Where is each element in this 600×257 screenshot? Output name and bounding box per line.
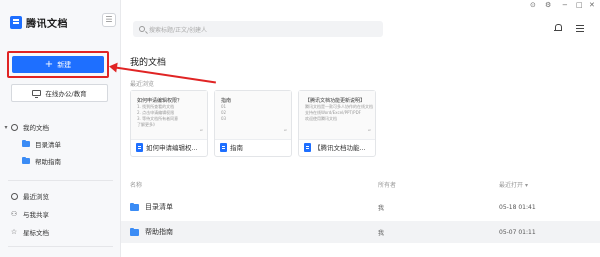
row-name-text: 帮助指南 — [145, 228, 173, 236]
preview-line: 了解更多》 — [137, 122, 157, 127]
search-input[interactable]: 搜索标题/正文/创建人 — [133, 21, 383, 37]
doc-preview: 指南 01 02 03 ” — [215, 91, 291, 140]
sidebar-item-recent[interactable]: 最近浏览 — [0, 191, 121, 201]
search-icon — [139, 26, 145, 32]
row-time: 05-07 01:11 — [499, 228, 536, 236]
window-titlebar: ⊙ ⚙ − □ ✕ — [121, 0, 600, 12]
minimize-icon[interactable]: − — [562, 1, 568, 9]
sidebar-item-my-docs[interactable]: ▾ 我的文档 — [0, 122, 121, 132]
annotation-arrowhead — [108, 61, 118, 73]
sidebar-item-starred[interactable]: ☆ 星标文档 — [0, 227, 121, 237]
card-title: 如何申请编辑权... — [146, 144, 198, 152]
sidebar-item-shared[interactable]: ⚇ 与我共享 — [0, 209, 121, 219]
column-header-time[interactable]: 最近打开 ▾ — [499, 180, 528, 189]
quote-icon: ” — [367, 129, 371, 136]
maximize-icon[interactable]: □ — [576, 1, 583, 9]
bell-icon[interactable] — [554, 24, 562, 32]
folder-icon — [22, 140, 30, 147]
sidebar-folder-directory[interactable]: 目录清单 — [0, 139, 121, 149]
help-icon[interactable]: ⊙ — [530, 1, 536, 9]
monitor-icon — [32, 90, 42, 98]
settings-icon[interactable]: ⚙ — [545, 1, 551, 9]
preview-title: 如何申请编辑权限？ — [137, 98, 183, 104]
doc-icon — [220, 142, 227, 152]
preview-title: 【腾讯文档功能更新说明】 — [305, 98, 366, 104]
clock-icon — [10, 123, 18, 131]
sidebar: 腾讯文档 ☰ + 新建 在线办公/教育 ▾ 我的文档 目录清单 帮助指南 最近浏… — [0, 0, 121, 257]
menu-icon[interactable] — [576, 25, 584, 32]
folder-icon — [22, 157, 30, 164]
preview-line: 欢迎使用腾讯文档 — [305, 116, 337, 121]
column-header-time-label: 最近打开 — [499, 182, 524, 189]
chevron-down-icon[interactable]: ▾ — [2, 124, 10, 131]
row-owner: 我 — [378, 204, 385, 212]
table-row[interactable]: 帮助指南 我 05-07 01:11 — [121, 221, 600, 243]
online-office-button[interactable]: 在线办公/教育 — [11, 84, 108, 102]
recent-doc-card[interactable]: 如何申请编辑权限？ 1. 找到所查看的文档 2. 点击申请编辑权限 3. 等待文… — [130, 90, 208, 157]
sidebar-item-label: 我的文档 — [23, 124, 49, 132]
doc-icon — [304, 142, 311, 152]
card-title: 指南 — [230, 144, 243, 152]
sidebar-item-label: 与我共享 — [23, 211, 49, 219]
new-button-label: 新建 — [57, 60, 72, 69]
highlight-box: + 新建 — [7, 51, 109, 78]
close-icon[interactable]: ✕ — [589, 1, 595, 9]
card-title-row: 指南 — [220, 142, 243, 152]
folder-icon — [130, 202, 139, 211]
recent-doc-card[interactable]: 【腾讯文档功能更新说明】 腾讯文档是一款可多人协作的在线文档 支持在线Word/… — [298, 90, 376, 157]
card-title: 【腾讯文档功能... — [314, 144, 366, 152]
sort-down-icon: ▾ — [524, 182, 528, 189]
table-row[interactable]: 目录清单 我 05-18 01:41 — [121, 196, 600, 218]
clock-icon — [10, 192, 18, 200]
star-icon: ☆ — [10, 228, 18, 236]
folder-icon — [130, 227, 139, 236]
card-title-row: 如何申请编辑权... — [136, 142, 198, 152]
search-placeholder: 搜索标题/正文/创建人 — [149, 26, 208, 34]
sidebar-divider — [8, 180, 113, 181]
row-name-text: 目录清单 — [145, 203, 173, 211]
sidebar-item-label: 星标文档 — [23, 229, 49, 237]
row-owner: 我 — [378, 229, 385, 237]
main-panel: ⊙ ⚙ − □ ✕ 搜索标题/正文/创建人 我的文档 最近浏览 如何申请编辑权限… — [121, 0, 600, 257]
app-name: 腾讯文档 — [26, 19, 68, 30]
collapse-sidebar-button[interactable]: ☰ — [102, 13, 116, 27]
row-name: 目录清单 — [130, 202, 173, 212]
recent-section-label: 最近浏览 — [130, 81, 155, 88]
sidebar-item-label: 最近浏览 — [23, 193, 49, 201]
tencent-docs-logo-icon — [10, 16, 22, 29]
new-button[interactable]: + 新建 — [12, 56, 104, 73]
recent-doc-card[interactable]: 指南 01 02 03 ” 指南 — [214, 90, 292, 157]
doc-icon — [136, 142, 143, 152]
doc-preview: 如何申请编辑权限？ 1. 找到所查看的文档 2. 点击申请编辑权限 3. 等待文… — [131, 91, 207, 140]
card-title-row: 【腾讯文档功能... — [304, 142, 366, 152]
online-office-label: 在线办公/教育 — [45, 90, 87, 98]
sidebar-divider — [8, 246, 113, 247]
sidebar-item-label: 目录清单 — [35, 141, 61, 149]
column-header-owner[interactable]: 所有者 — [378, 180, 396, 189]
quote-icon: ” — [283, 129, 287, 136]
preview-line: 03 — [221, 116, 227, 121]
sidebar-folder-help[interactable]: 帮助指南 — [0, 156, 121, 166]
sidebar-item-label: 帮助指南 — [35, 158, 61, 166]
preview-title: 指南 — [221, 98, 232, 104]
plus-icon: + — [44, 58, 54, 70]
user-icon: ⚇ — [10, 210, 18, 218]
row-time: 05-18 01:41 — [499, 203, 536, 211]
quote-icon: ” — [199, 129, 203, 136]
row-name: 帮助指南 — [130, 227, 173, 237]
page-title: 我的文档 — [130, 58, 167, 68]
doc-preview: 【腾讯文档功能更新说明】 腾讯文档是一款可多人协作的在线文档 支持在线Word/… — [299, 91, 375, 140]
column-header-name[interactable]: 名称 — [130, 180, 142, 189]
app-logo[interactable]: 腾讯文档 — [10, 15, 68, 30]
